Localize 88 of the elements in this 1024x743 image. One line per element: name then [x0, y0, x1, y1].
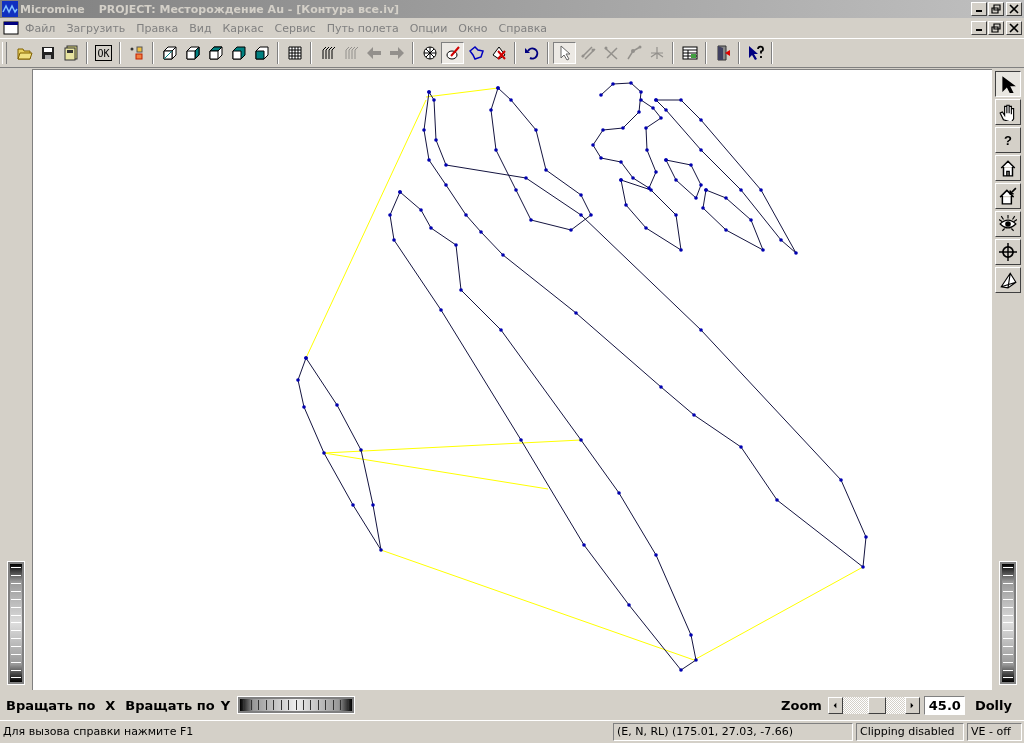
- status-ve: VE - off: [967, 723, 1022, 741]
- grid-icon: [286, 45, 303, 61]
- arrow-right-icon: [910, 701, 915, 709]
- menu-item[interactable]: Окно: [458, 21, 488, 35]
- app-name: Micromine: [20, 2, 85, 16]
- frames-icon: [342, 45, 359, 61]
- document-window-icon[interactable]: [3, 21, 19, 35]
- pointer-button[interactable]: [995, 71, 1021, 97]
- node-add-icon: [625, 45, 642, 61]
- menu-item[interactable]: Сервис: [274, 21, 316, 35]
- hand-button[interactable]: [995, 99, 1021, 125]
- hand-icon: [999, 103, 1017, 121]
- close-icon: [1009, 4, 1019, 14]
- rotate-y-label: Вращать по: [125, 697, 215, 713]
- home-icon: [999, 159, 1017, 177]
- status-clipping: Clipping disabled: [856, 723, 964, 741]
- dolly-thumbwheel[interactable]: [1000, 562, 1016, 684]
- zoom-label: Zoom: [781, 697, 822, 713]
- cube-icon: [184, 45, 201, 61]
- frames-icon: [319, 45, 336, 61]
- menu-item[interactable]: Путь полета: [326, 21, 399, 35]
- crosshair-icon: [999, 243, 1017, 261]
- shape-button[interactable]: [441, 42, 464, 64]
- exit-door-icon: [714, 45, 731, 61]
- objects-icon: [128, 45, 145, 61]
- dolly-label: Dolly: [974, 697, 1012, 713]
- menu-item[interactable]: Каркас: [222, 21, 264, 35]
- crosshair-button[interactable]: [995, 239, 1021, 265]
- undo-icon: [523, 45, 540, 61]
- globe-icon: [421, 45, 438, 61]
- cube-icon: [230, 45, 247, 61]
- close-button[interactable]: [1006, 2, 1022, 16]
- rotate-x-thumbwheel[interactable]: [8, 562, 24, 684]
- close-icon: [1009, 23, 1019, 33]
- open-folder-icon: [16, 45, 33, 61]
- node-move-icon: [648, 45, 665, 61]
- scroll-left-button[interactable]: [827, 696, 843, 714]
- arrow-right-icon: [388, 45, 405, 61]
- table-icon: [681, 45, 698, 61]
- arrow-left-icon: [365, 45, 382, 61]
- minimize-icon: [976, 10, 982, 12]
- eye-button[interactable]: [995, 211, 1021, 237]
- status-text: Для вызова справки нажмите F1: [2, 724, 195, 740]
- status-coordinates: (E, N, RL) (175.01, 27.03, -7.66): [613, 723, 853, 741]
- node-delete-icon: [602, 45, 619, 61]
- save-all-icon: [62, 45, 79, 61]
- restore-button[interactable]: [988, 21, 1004, 35]
- save-icon: [39, 45, 56, 61]
- rotate-x-label: Вращать по: [6, 697, 96, 713]
- minimize-button[interactable]: [971, 21, 987, 35]
- close-button[interactable]: [1006, 21, 1022, 35]
- zoom-slider[interactable]: [842, 696, 905, 714]
- home-zoom-button[interactable]: [995, 183, 1021, 209]
- cube-icon: [207, 45, 224, 61]
- cube-icon: [253, 45, 270, 61]
- ok-button[interactable]: OK: [92, 42, 115, 64]
- menu-item[interactable]: Файл: [25, 21, 56, 35]
- perspective-icon: [999, 271, 1017, 289]
- shape-icon: [444, 45, 461, 61]
- perspective-button[interactable]: [995, 267, 1021, 293]
- zoom-value-field[interactable]: 45.0: [923, 695, 965, 715]
- pointer-icon: [999, 75, 1017, 93]
- rotate-y-thumbwheel[interactable]: [238, 697, 355, 713]
- arrow-left-icon: [833, 701, 838, 709]
- home-zoom-icon: [999, 187, 1017, 205]
- outline-icon: [467, 45, 484, 61]
- menu-item[interactable]: Правка: [136, 21, 179, 35]
- menu-item[interactable]: Опции: [409, 21, 448, 35]
- cube-icon: [161, 45, 178, 61]
- rotate-x-axis: X: [105, 697, 116, 713]
- app-logo-icon: [2, 1, 18, 17]
- rotate-y-axis: Y: [220, 697, 231, 713]
- eye-icon: [999, 215, 1017, 233]
- minimize-button[interactable]: [971, 2, 987, 16]
- menu-item[interactable]: Вид: [189, 21, 212, 35]
- help-cursor-icon: [747, 45, 764, 61]
- home-button[interactable]: [995, 155, 1021, 181]
- zoom-slider-thumb[interactable]: [868, 696, 887, 714]
- restore-icon: [991, 23, 1001, 33]
- menu-item[interactable]: Справка: [498, 21, 547, 35]
- menu-item[interactable]: Загрузить: [66, 21, 126, 35]
- line-edit-icon: [579, 45, 596, 61]
- minimize-icon: [976, 29, 982, 31]
- delete-shape-icon: [490, 45, 507, 61]
- window-title: PROJECT: Месторождение Au - [Контура все.iv]: [98, 2, 400, 16]
- restore-icon: [991, 4, 1001, 14]
- help-button[interactable]: ?: [995, 127, 1021, 153]
- restore-button[interactable]: [988, 2, 1004, 16]
